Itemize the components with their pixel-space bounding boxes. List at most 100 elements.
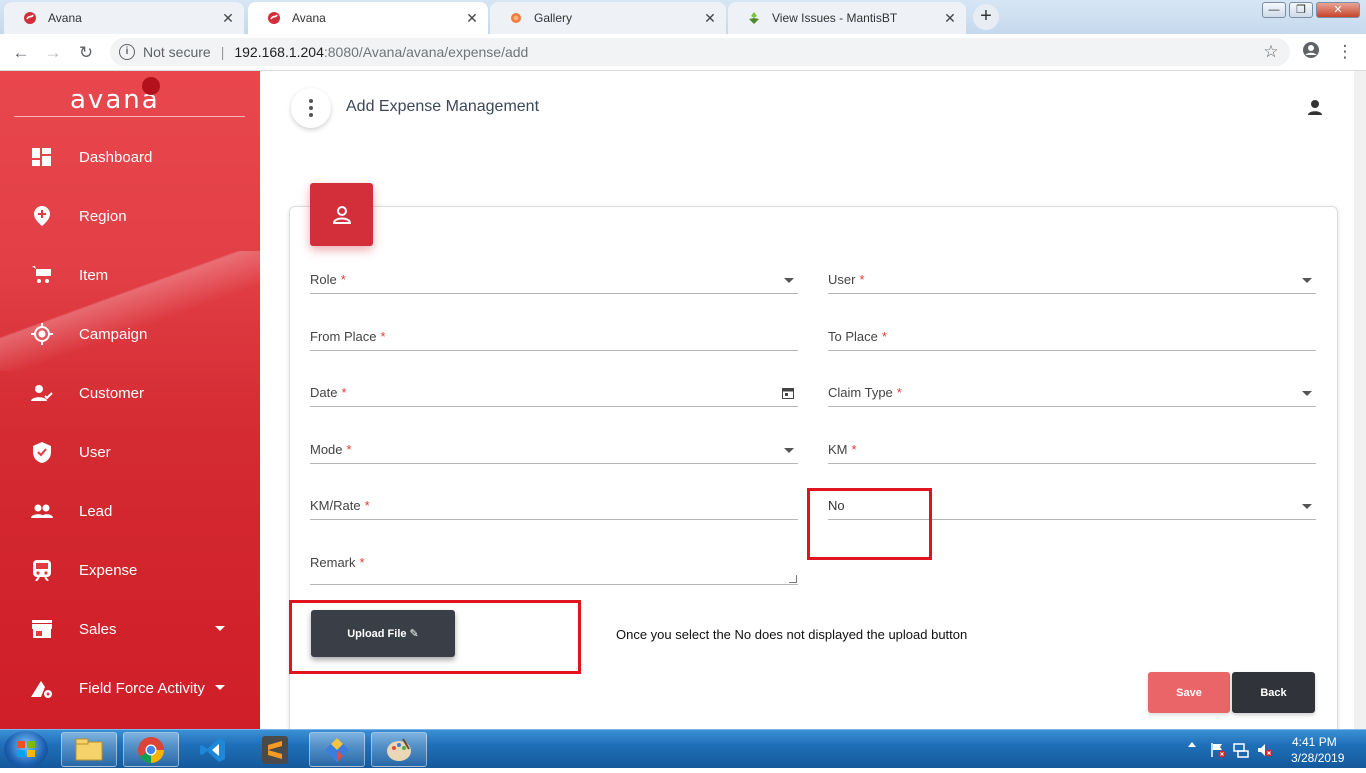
sidebar-item-dashboard[interactable]: Dashboard xyxy=(0,135,260,179)
forward-arrow-icon[interactable]: → xyxy=(42,42,64,64)
sidebar-item-region[interactable]: Region xyxy=(0,194,260,238)
show-hidden-icons-icon[interactable] xyxy=(1188,742,1196,747)
sidebar-item-label: Dashboard xyxy=(79,148,153,166)
sidebar-item-customer[interactable]: Customer xyxy=(0,371,260,415)
label-text: User xyxy=(828,272,856,287)
label-text: Date xyxy=(310,385,338,400)
new-tab-button[interactable]: + xyxy=(973,4,999,30)
dropdown-arrow-icon[interactable] xyxy=(1302,391,1312,396)
dot xyxy=(309,99,313,103)
bookmark-star-icon[interactable]: ☆ xyxy=(1260,41,1282,63)
claim-type-select[interactable]: Claim Type * xyxy=(828,381,1316,407)
chevron-down-icon[interactable] xyxy=(215,626,225,631)
maximize-window-button[interactable]: ❐ xyxy=(1289,2,1313,18)
sidebar-item-lead[interactable]: Lead xyxy=(0,489,260,533)
close-tab-icon[interactable]: ✕ xyxy=(942,10,958,26)
close-window-button[interactable]: ✕ xyxy=(1316,2,1360,18)
to-place-label: To Place * xyxy=(828,329,887,344)
user-label: User * xyxy=(828,272,865,287)
account-circle-icon[interactable] xyxy=(1300,41,1322,63)
address-bar: ← → ↻ i Not secure | 192.168.1.204:8080/… xyxy=(0,34,1366,71)
remark-textarea[interactable]: Remark * xyxy=(310,551,798,585)
sidebar-item-label: Item xyxy=(79,266,109,284)
sidebar-item-label: Sales xyxy=(79,620,117,638)
sidebar-item-user[interactable]: User xyxy=(0,430,260,474)
app-taskbar-icon[interactable] xyxy=(309,732,365,767)
dropdown-arrow-icon[interactable] xyxy=(784,448,794,453)
sidebar-item-sales[interactable]: Sales xyxy=(0,607,260,651)
security-label[interactable]: Not secure xyxy=(143,44,211,60)
close-tab-icon[interactable]: ✕ xyxy=(464,10,480,26)
chrome-taskbar-icon[interactable] xyxy=(123,732,179,767)
required-mark: * xyxy=(340,272,346,287)
from-place-field[interactable]: From Place * xyxy=(310,325,798,351)
dropdown-arrow-icon[interactable] xyxy=(1302,504,1312,509)
label-text: To Place xyxy=(828,329,878,344)
date-field[interactable]: Date * xyxy=(310,381,798,407)
calendar-icon[interactable] xyxy=(782,387,794,399)
browser-tab[interactable]: Gallery ✕ xyxy=(490,2,726,34)
avana-favicon-icon xyxy=(266,10,282,26)
back-button[interactable]: Back xyxy=(1232,672,1315,713)
label-text: Remark xyxy=(310,555,356,570)
dot xyxy=(309,113,313,117)
url-field[interactable]: i Not secure | 192.168.1.204:8080/Avana/… xyxy=(110,38,1290,66)
required-mark: * xyxy=(881,329,887,344)
file-explorer-taskbar-icon[interactable] xyxy=(61,732,117,767)
clock-date[interactable]: 3/28/2019 xyxy=(1291,751,1344,765)
reload-icon[interactable]: ↻ xyxy=(75,42,97,64)
resize-handle-icon[interactable] xyxy=(789,575,797,583)
label-text: From Place xyxy=(310,329,377,344)
network-icon[interactable] xyxy=(1233,742,1249,761)
km-label: KM * xyxy=(828,442,857,457)
browser-menu-icon[interactable]: ⋮ xyxy=(1334,41,1356,63)
sidebar-item-field-force-activity[interactable]: Field Force Activity xyxy=(0,666,260,710)
sidebar-item-campaign[interactable]: Campaign xyxy=(0,312,260,356)
page-scrollbar[interactable] xyxy=(1354,71,1366,729)
volume-muted-icon[interactable] xyxy=(1257,742,1273,761)
close-tab-icon[interactable]: ✕ xyxy=(220,10,236,26)
km-field[interactable]: KM * xyxy=(828,438,1316,464)
km-rate-field[interactable]: KM/Rate * xyxy=(310,494,798,520)
dot xyxy=(309,106,313,110)
dropdown-arrow-icon[interactable] xyxy=(784,278,794,283)
chevron-down-icon[interactable] xyxy=(215,685,225,690)
tab-title: View Issues - MantisBT xyxy=(772,11,898,25)
browser-tab[interactable]: Avana ✕ xyxy=(4,2,244,34)
km-rate-label: KM/Rate * xyxy=(310,498,370,513)
user-select[interactable]: User * xyxy=(828,268,1316,294)
avana-logo[interactable]: avana xyxy=(70,77,170,115)
browser-tab-active[interactable]: Avana ✕ xyxy=(248,2,488,34)
logo-mark-icon xyxy=(142,77,160,95)
date-label: Date * xyxy=(310,385,347,400)
user-profile-icon[interactable] xyxy=(1305,98,1325,118)
sidebar-item-expense[interactable]: Expense xyxy=(0,548,260,592)
sidebar-item-label: Customer xyxy=(79,384,145,402)
info-icon[interactable]: i xyxy=(119,44,135,60)
minimize-window-button[interactable]: — xyxy=(1262,2,1286,18)
sidebar-item-label: User xyxy=(79,443,111,461)
vscode-taskbar-icon[interactable] xyxy=(185,732,241,767)
sidebar-item-label: Lead xyxy=(79,502,113,520)
required-mark: * xyxy=(359,555,365,570)
dropdown-arrow-icon[interactable] xyxy=(1302,278,1312,283)
back-arrow-icon[interactable]: ← xyxy=(10,42,32,64)
browser-tab[interactable]: View Issues - MantisBT ✕ xyxy=(728,2,966,34)
close-tab-icon[interactable]: ✕ xyxy=(702,10,718,26)
label-text: KM xyxy=(828,442,848,457)
clock-time[interactable]: 4:41 PM xyxy=(1292,735,1337,749)
start-button[interactable] xyxy=(4,731,48,768)
paint-taskbar-icon[interactable] xyxy=(371,732,427,767)
sidebar-toggle-button[interactable] xyxy=(291,88,331,128)
sublime-taskbar-icon[interactable] xyxy=(247,732,303,767)
required-mark: * xyxy=(364,498,370,513)
flag-alert-icon[interactable] xyxy=(1210,742,1226,761)
mode-select[interactable]: Mode * xyxy=(310,438,798,464)
role-select[interactable]: Role * xyxy=(310,268,798,294)
save-button[interactable]: Save xyxy=(1148,672,1230,713)
annotation-highlight-box xyxy=(807,488,932,560)
sidebar-item-item[interactable]: Item xyxy=(0,253,260,297)
customer-icon xyxy=(31,382,53,404)
mode-label: Mode * xyxy=(310,442,352,457)
to-place-field[interactable]: To Place * xyxy=(828,325,1316,351)
